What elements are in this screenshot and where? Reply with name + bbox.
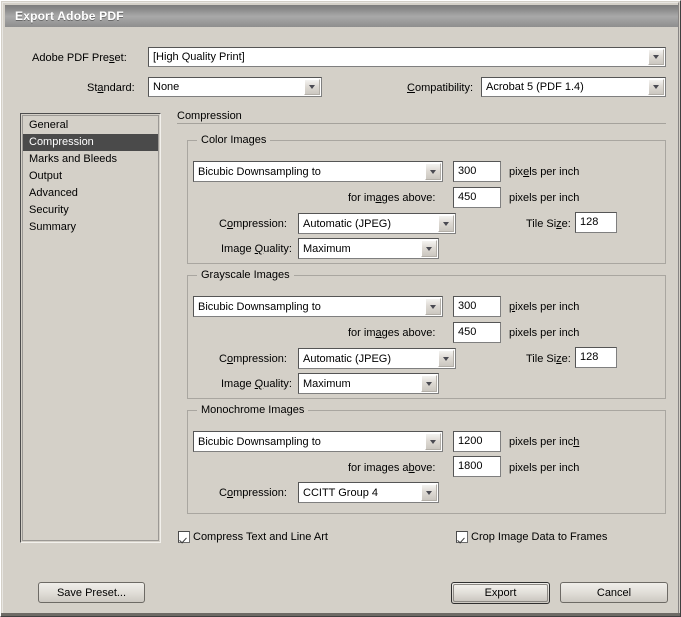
monochrome-downsample-combo[interactable]: Bicubic Downsampling to (193, 431, 443, 452)
monochrome-downsample-value: Bicubic Downsampling to (194, 436, 425, 448)
chevron-down-icon[interactable] (438, 350, 454, 367)
cancel-button[interactable]: Cancel (560, 582, 668, 603)
panel-title: Compression (177, 110, 248, 122)
color-downsample-value: Bicubic Downsampling to (194, 166, 425, 178)
color-tile-size-input[interactable]: 128 (575, 212, 617, 233)
standard-label: Standard: (87, 81, 135, 95)
grayscale-above-label: for images above: (348, 326, 435, 340)
standard-combo[interactable]: None (148, 77, 322, 97)
export-adobe-pdf-dialog: Export Adobe PDF Adobe PDF Preset: [High… (0, 0, 681, 617)
compress-text-checkbox[interactable] (178, 531, 190, 543)
compatibility-combo-value: Acrobat 5 (PDF 1.4) (482, 81, 648, 93)
compress-text-checkbox-row[interactable]: Compress Text and Line Art (178, 531, 328, 543)
monochrome-images-group-title: Monochrome Images (197, 404, 308, 416)
color-downsample-combo[interactable]: Bicubic Downsampling to (193, 161, 443, 182)
compatibility-combo[interactable]: Acrobat 5 (PDF 1.4) (481, 77, 666, 97)
chevron-down-icon[interactable] (425, 433, 441, 450)
monochrome-above-label: for images above: (348, 461, 435, 475)
grayscale-compression-value: Automatic (JPEG) (299, 353, 438, 365)
compatibility-label: Compatibility: (407, 81, 473, 95)
sidebar-item-advanced[interactable]: Advanced (23, 185, 158, 202)
sidebar-item-summary[interactable]: Summary (23, 219, 158, 236)
settings-category-list-inner: General Compression Marks and Bleeds Out… (22, 115, 159, 541)
settings-category-list[interactable]: General Compression Marks and Bleeds Out… (20, 113, 161, 543)
grayscale-tile-size-label: Tile Size: (526, 352, 571, 366)
chevron-down-icon[interactable] (438, 215, 454, 232)
monochrome-above-input[interactable]: 1800 (453, 456, 501, 477)
color-ppi-input[interactable]: 300 (453, 161, 501, 182)
monochrome-ppi-label: pixels per inch (509, 435, 579, 449)
color-quality-combo[interactable]: Maximum (298, 238, 439, 259)
preset-combo[interactable]: [High Quality Print] (148, 47, 666, 67)
color-compression-combo[interactable]: Automatic (JPEG) (298, 213, 456, 234)
color-images-group-title: Color Images (197, 134, 270, 146)
chevron-down-icon[interactable] (648, 49, 664, 65)
grayscale-above-ppi-label: pixels per inch (509, 326, 579, 340)
chevron-down-icon[interactable] (648, 79, 664, 95)
sidebar-item-compression[interactable]: Compression (23, 134, 158, 151)
grayscale-compression-label: Compression: (219, 352, 287, 366)
grayscale-tile-size-input[interactable]: 128 (575, 347, 617, 368)
grayscale-downsample-value: Bicubic Downsampling to (194, 301, 425, 313)
cancel-button-label: Cancel (597, 587, 631, 599)
preset-combo-value: [High Quality Print] (149, 51, 648, 63)
chevron-down-icon[interactable] (421, 484, 437, 501)
standard-combo-value: None (149, 81, 304, 93)
export-button-face: Export (453, 584, 548, 602)
monochrome-ppi-input[interactable]: 1200 (453, 431, 501, 452)
sidebar-item-output[interactable]: Output (23, 168, 158, 185)
crop-image-checkbox-row[interactable]: Crop Image Data to Frames (456, 531, 607, 543)
color-compression-label: Compression: (219, 217, 287, 231)
color-ppi-label: pixels per inch (509, 165, 579, 179)
crop-image-checkbox[interactable] (456, 531, 468, 543)
save-preset-button[interactable]: Save Preset... (38, 582, 145, 603)
grayscale-quality-label: Image Quality: (221, 377, 292, 391)
grayscale-quality-combo[interactable]: Maximum (298, 373, 439, 394)
chevron-down-icon[interactable] (421, 375, 437, 392)
window-title: Export Adobe PDF (5, 9, 124, 23)
grayscale-quality-value: Maximum (299, 378, 421, 390)
sidebar-item-general[interactable]: General (23, 117, 158, 134)
color-quality-value: Maximum (299, 243, 421, 255)
color-compression-value: Automatic (JPEG) (299, 218, 438, 230)
monochrome-compression-combo[interactable]: CCITT Group 4 (298, 482, 439, 503)
export-button[interactable]: Export (451, 582, 550, 604)
color-quality-label: Image Quality: (221, 242, 292, 256)
export-button-label: Export (485, 587, 517, 599)
dialog-bottom-edge (1, 613, 681, 616)
chevron-down-icon[interactable] (425, 298, 441, 315)
monochrome-compression-label: Compression: (219, 486, 287, 500)
sidebar-item-marks-and-bleeds[interactable]: Marks and Bleeds (23, 151, 158, 168)
chevron-down-icon[interactable] (425, 163, 441, 180)
color-above-label: for images above: (348, 191, 435, 205)
grayscale-ppi-input[interactable]: 300 (453, 296, 501, 317)
color-tile-size-label: Tile Size: (526, 217, 571, 231)
sidebar-item-security[interactable]: Security (23, 202, 158, 219)
color-above-input[interactable]: 450 (453, 187, 501, 208)
chevron-down-icon[interactable] (304, 79, 320, 95)
color-above-ppi-label: pixels per inch (509, 191, 579, 205)
preset-label: Adobe PDF Preset: (32, 51, 127, 65)
grayscale-images-group-title: Grayscale Images (197, 269, 294, 281)
monochrome-above-ppi-label: pixels per inch (509, 461, 579, 475)
grayscale-ppi-label: pixels per inch (509, 300, 579, 314)
panel-rule (177, 123, 666, 124)
compress-text-label: Compress Text and Line Art (193, 531, 328, 543)
monochrome-compression-value: CCITT Group 4 (299, 487, 421, 499)
dialog-body: Export Adobe PDF Adobe PDF Preset: [High… (2, 2, 679, 615)
grayscale-compression-combo[interactable]: Automatic (JPEG) (298, 348, 456, 369)
grayscale-downsample-combo[interactable]: Bicubic Downsampling to (193, 296, 443, 317)
grayscale-above-input[interactable]: 450 (453, 322, 501, 343)
titlebar[interactable]: Export Adobe PDF (5, 5, 678, 27)
chevron-down-icon[interactable] (421, 240, 437, 257)
crop-image-label: Crop Image Data to Frames (471, 531, 607, 543)
save-preset-button-label: Save Preset... (57, 587, 126, 599)
